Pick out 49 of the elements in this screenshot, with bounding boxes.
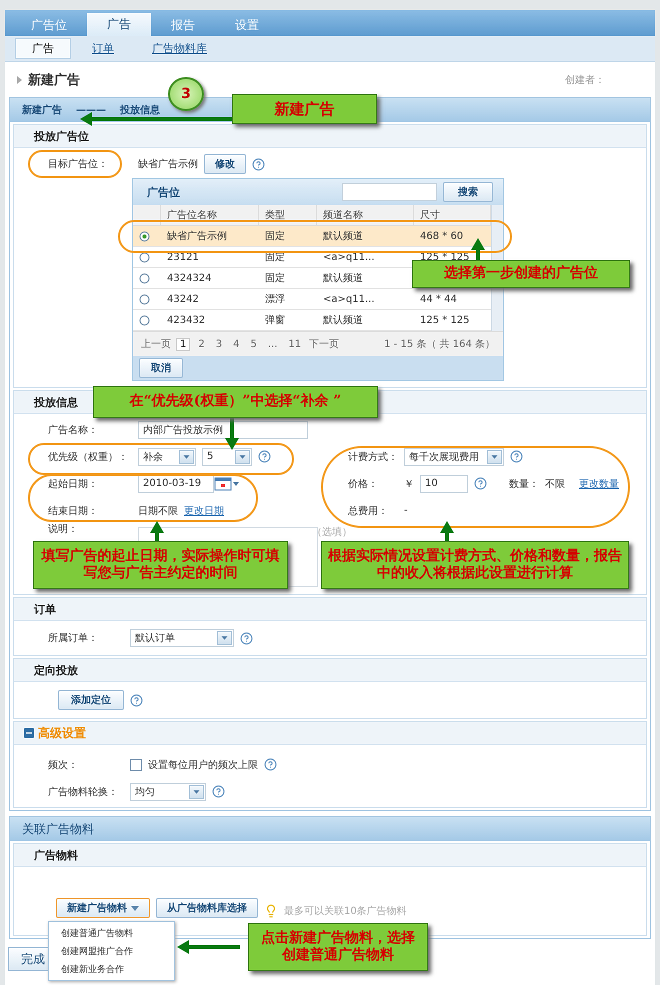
field-label: 广告物料轮换： (48, 786, 119, 798)
section-title: 订单 (34, 602, 56, 616)
table-cell: 468 * 60 (414, 226, 491, 247)
picker-title: 广告位 (147, 184, 180, 200)
checkbox-label: 设置每位用户的频次上限 (148, 758, 258, 772)
tip-text: 最多可以关联10条广告物料 (284, 904, 407, 918)
field-label: 结束日期： (48, 504, 99, 518)
field-label: 总费用： (348, 504, 389, 518)
section-title: 投放广告位 (34, 128, 89, 144)
table-cell: 默认频道 (317, 226, 414, 247)
callout-tooltip: 选择第一步创建的广告位 (412, 260, 630, 288)
section-title: 广告物料 (34, 848, 78, 862)
column-header: 尺寸 (414, 205, 491, 226)
field-label: 价格： (348, 478, 379, 490)
field-value: - (404, 505, 408, 516)
step-label: 投放信息 (120, 104, 160, 117)
creator-label: 创建者： (565, 74, 605, 86)
step-label: 新建广告 (22, 103, 62, 117)
field-label: 频次： (48, 758, 79, 772)
callout-tooltip: 点击新建广告物料，选择创建普通广告物料 (248, 923, 428, 971)
field-label: 数量： (509, 478, 539, 490)
field-label: 起始日期： (48, 478, 99, 490)
field-label: 目标广告位： (48, 158, 109, 171)
section-title: 投放信息 (34, 394, 78, 410)
column-header: 类型 (259, 205, 317, 226)
callout-tooltip: 根据实际情况设置计费方式、价格和数量，报告中的收入将根据此设置进行计算 (321, 541, 629, 589)
table-cell: 固定 (259, 226, 317, 247)
field-label: 说明： (48, 524, 79, 536)
field-value: 不限 (545, 478, 565, 490)
column-header: 频道名称 (317, 205, 414, 226)
panel-title: 关联广告物料 (22, 820, 94, 838)
page-summary: 1 - 15 条（ 共 164 条） (384, 338, 495, 351)
step-label: ——— (76, 104, 106, 116)
optional-hint: （选填） (312, 527, 352, 538)
section-title: 高级设置 (38, 724, 86, 742)
field-label: 计费方式： (348, 450, 398, 464)
page-title: 新建广告 (28, 72, 80, 88)
callout-tooltip: 填写广告的起止日期，实际操作时可填写您与广告主约定的时间 (33, 541, 288, 589)
field-label: 广告名称： (48, 424, 99, 436)
field-label: 所属订单： (48, 632, 99, 645)
field-value: 缺省广告示例 (138, 158, 198, 171)
field-label: 优先级（权重）： (48, 450, 129, 464)
callout-tooltip: 在“优先级(权重）”中选择“补余 ” (93, 386, 378, 418)
table-cell: 缺省广告示例 (161, 226, 259, 247)
currency-symbol: ￥ (404, 478, 414, 490)
field-value: 日期不限 (138, 504, 178, 518)
column-header: 广告位名称 (161, 205, 259, 226)
section-title: 定向投放 (34, 662, 78, 678)
callout-tooltip: 新建广告 (232, 94, 377, 124)
